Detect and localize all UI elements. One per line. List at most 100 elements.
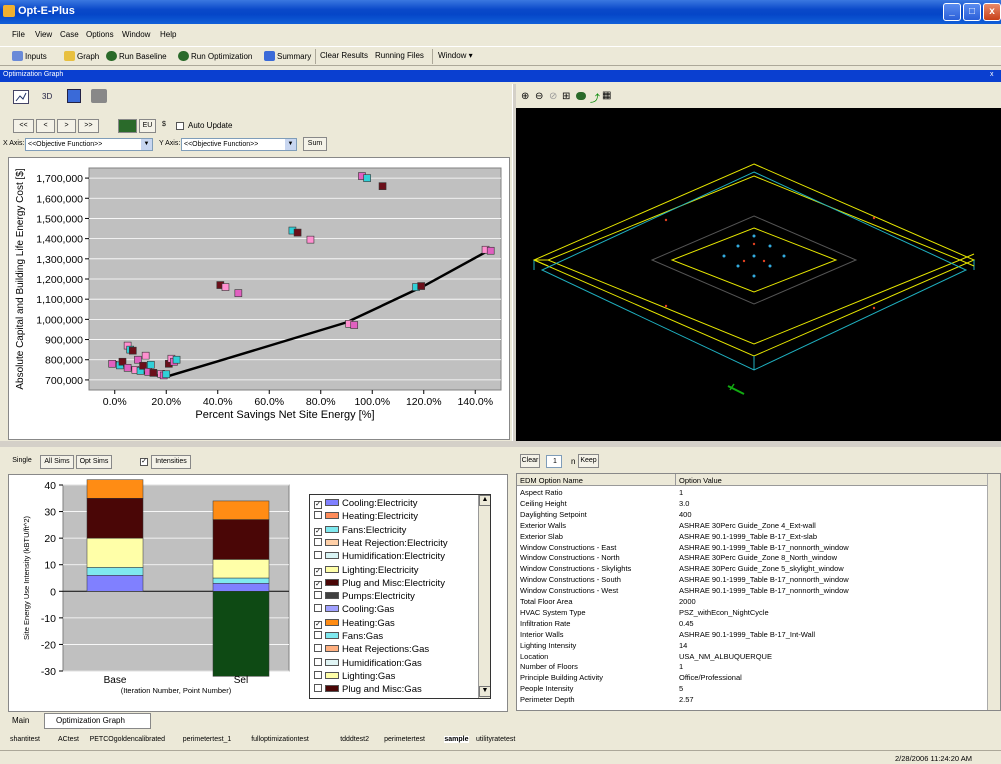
menu-file[interactable]: File	[12, 30, 25, 39]
legend-checkbox[interactable]	[314, 631, 322, 639]
legend-checkbox[interactable]: ✓	[314, 580, 322, 589]
render-icon[interactable]	[67, 89, 81, 103]
legend-item[interactable]: ✓ Plug and Misc:Electricity	[314, 578, 445, 589]
legend-item[interactable]: Lighting:Gas	[314, 670, 395, 682]
run-mini-icon[interactable]	[118, 119, 137, 133]
legend-checkbox[interactable]: ✓	[314, 527, 322, 536]
zoom-extents-icon[interactable]: ⊘	[549, 91, 557, 102]
legend-checkbox[interactable]: ✓	[314, 501, 322, 509]
close-button[interactable]: x	[983, 3, 1001, 21]
next-button[interactable]: >	[57, 119, 76, 133]
building-3d-view[interactable]	[516, 108, 1001, 441]
legend-item[interactable]: ✓ Lighting:Electricity	[314, 565, 419, 576]
auto-update-checkbox[interactable]	[176, 122, 184, 130]
first-button[interactable]: <<	[13, 119, 34, 133]
fit-icon[interactable]: ⊞	[562, 91, 570, 102]
eu-button[interactable]: EU	[139, 119, 156, 133]
tab-main[interactable]: Main	[12, 716, 29, 725]
inputs-button[interactable]: Inputs	[12, 51, 47, 61]
run-optimization-button[interactable]: Run Optimization	[178, 51, 252, 61]
file-tab[interactable]: perimetertest	[384, 736, 425, 743]
legend-item[interactable]: Cooling:Gas	[314, 604, 394, 615]
minimize-button[interactable]: _	[943, 3, 961, 21]
col-header-option-name[interactable]: EDM Option Name	[520, 476, 583, 485]
legend-checkbox[interactable]	[314, 670, 322, 679]
legend-item[interactable]: Heat Rejection:Electricity	[314, 537, 448, 549]
axes-icon[interactable]: ⤴	[590, 90, 600, 105]
legend-item[interactable]: Heating:Electricity	[314, 511, 418, 522]
file-tab[interactable]: utilityratetest	[476, 736, 515, 743]
inputs-icon	[12, 51, 23, 61]
scroll-down-icon[interactable]: ▼	[479, 686, 490, 697]
zoom-in-icon[interactable]: ⊕	[521, 91, 529, 102]
print-icon[interactable]	[91, 89, 107, 103]
prev-button[interactable]: <	[36, 119, 55, 133]
tab-all-sims[interactable]: All Sims	[40, 455, 74, 469]
panel-close-icon[interactable]: x	[990, 71, 994, 78]
sum-button[interactable]: Sum	[303, 137, 327, 151]
legend-checkbox[interactable]	[314, 657, 322, 666]
legend-item[interactable]: Pumps:Electricity	[314, 591, 415, 602]
clear-button[interactable]: Clear	[520, 454, 540, 468]
legend-item[interactable]: ✓ Cooling:Electricity	[314, 498, 418, 509]
legend-item[interactable]: Humidification:Gas	[314, 657, 422, 669]
legend-item[interactable]: ✓ Heating:Gas	[314, 618, 395, 629]
tab-optimization-graph[interactable]: Optimization Graph	[56, 716, 125, 725]
file-tab[interactable]: shantitest	[10, 736, 40, 743]
summary-button[interactable]: Summary	[264, 51, 311, 61]
file-tab[interactable]: sample	[444, 736, 469, 743]
scatter-icon[interactable]	[13, 90, 29, 104]
x-axis-select[interactable]: <<Objective Function>> ▼	[25, 138, 153, 151]
legend-checkbox[interactable]: ✓	[314, 567, 322, 576]
iteration-input[interactable]: 1	[546, 455, 562, 468]
col-header-option-value[interactable]: Option Value	[679, 476, 722, 485]
legend-scrollbar[interactable]: ▲ ▼	[478, 495, 490, 698]
table-scrollbar[interactable]	[987, 474, 1000, 710]
zoom-out-icon[interactable]: ⊖	[535, 91, 543, 102]
menu-options[interactable]: Options	[86, 30, 114, 39]
tab-single[interactable]: Single	[7, 455, 37, 469]
legend-checkbox[interactable]	[314, 591, 322, 600]
legend-checkbox[interactable]	[314, 604, 322, 613]
legend-checkbox[interactable]	[314, 644, 322, 653]
bar-segment	[212, 591, 270, 677]
3d-icon[interactable]: 3D	[42, 92, 52, 101]
legend-item[interactable]: Plug and Misc:Gas	[314, 684, 422, 695]
running-files-button[interactable]: Running Files	[375, 51, 424, 60]
file-tab[interactable]: perimetertest_1	[183, 736, 232, 743]
graph-button[interactable]: Graph	[64, 51, 99, 61]
run-baseline-button[interactable]: Run Baseline	[106, 51, 167, 61]
legend-checkbox[interactable]	[314, 551, 322, 560]
rotate-icon[interactable]	[576, 92, 586, 100]
menu-help[interactable]: Help	[160, 30, 176, 39]
legend-item[interactable]: Heat Rejections:Gas	[314, 644, 429, 655]
legend-item[interactable]: Fans:Gas	[314, 631, 383, 642]
app-title: Opt-E-Plus	[18, 5, 75, 17]
legend-checkbox[interactable]	[314, 684, 322, 693]
keep-button[interactable]: Keep	[578, 454, 599, 468]
menu-case[interactable]: Case	[60, 30, 79, 39]
menu-view[interactable]: View	[35, 30, 52, 39]
legend-item[interactable]: ✓ Fans:Electricity	[314, 525, 406, 536]
data-point	[293, 228, 302, 237]
maximize-button[interactable]: □	[963, 3, 981, 21]
tab-opt-sims[interactable]: Opt Sims	[76, 455, 112, 469]
file-tab[interactable]: fulloptimizationtest	[251, 736, 309, 743]
scroll-up-icon[interactable]: ▲	[479, 495, 490, 506]
grid-icon[interactable]: ▦	[602, 90, 611, 101]
y-axis-select[interactable]: <<Objective Function>> ▼	[181, 138, 297, 151]
menu-window[interactable]: Window	[122, 30, 150, 39]
file-tab[interactable]: ACtest	[58, 736, 79, 743]
clear-results-button[interactable]: Clear Results	[320, 51, 368, 60]
last-button[interactable]: >>	[78, 119, 99, 133]
window-dropdown[interactable]: Window ▾	[438, 51, 473, 60]
legend-checkbox[interactable]	[314, 537, 322, 546]
legend-checkbox[interactable]: ✓	[314, 620, 322, 629]
file-tab[interactable]: PETCOgoldencalibrated	[90, 736, 166, 743]
intensities-checkbox[interactable]: ✓	[140, 458, 148, 466]
legend-checkbox[interactable]	[314, 511, 322, 520]
file-tab[interactable]: tdddtest2	[340, 736, 369, 743]
horizontal-splitter[interactable]	[0, 441, 1001, 447]
legend-item[interactable]: Humidification:Electricity	[314, 551, 445, 562]
dollar-button[interactable]: $	[158, 119, 170, 133]
